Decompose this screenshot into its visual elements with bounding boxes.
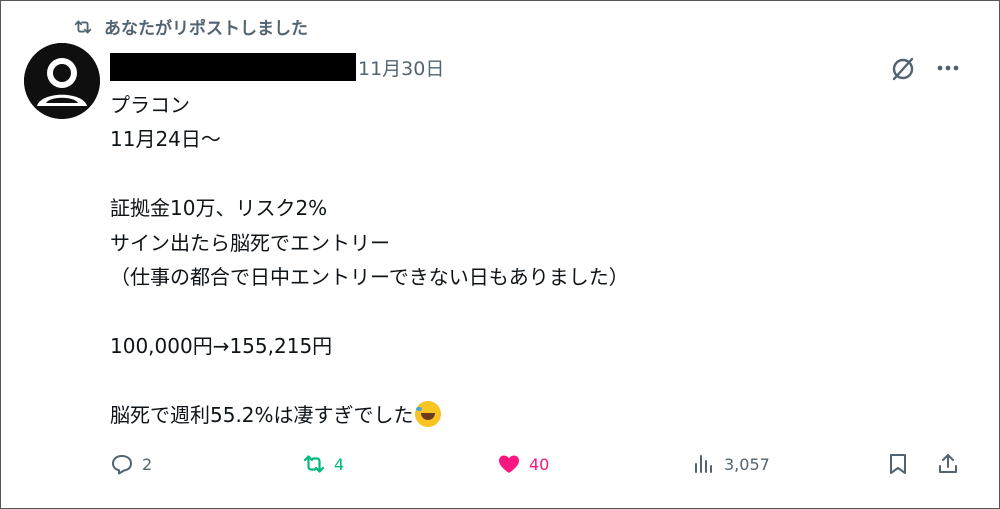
repost-indicator-text: あなたがリポストしました — [104, 19, 308, 39]
repost-icon — [74, 20, 92, 33]
post-line-text: 脳死で週利55.2%は凄すぎでした — [110, 402, 414, 427]
post-header: 11月30日 — [110, 53, 444, 81]
repost-indicator: あなたがリポストしました — [72, 14, 308, 39]
reply-count: 2 — [142, 454, 153, 474]
heart-icon — [499, 455, 519, 473]
post-line: （仕事の都合で日中エントリーできない日もありました） — [110, 264, 629, 289]
post-line-last: 脳死で週利55.2%は凄すぎでした — [110, 398, 970, 432]
share-icon — [939, 454, 957, 473]
post-line — [110, 294, 970, 328]
bookmark-icon — [890, 454, 906, 474]
post-date[interactable]: 11月30日 — [358, 54, 444, 81]
post-line — [110, 363, 970, 397]
default-avatar-icon — [24, 43, 100, 119]
views-button[interactable]: 3,057 — [692, 452, 770, 476]
repost-count: 4 — [334, 454, 345, 474]
like-count: 40 — [529, 454, 550, 474]
post-line: 11月24日～ — [110, 127, 221, 152]
post-body: プラコン 11月24日～ 証拠金10万、リスク2% サイン出たら脳死でエントリー… — [110, 88, 970, 432]
redacted-username — [110, 53, 356, 81]
reply-icon — [112, 455, 132, 475]
repost-icon — [303, 455, 325, 473]
action-bar: 2 4 40 3,057 — [0, 452, 1000, 488]
post-line — [110, 157, 970, 191]
bookmark-button[interactable] — [886, 452, 910, 476]
post-line: 100,000円→155,215円 — [110, 333, 333, 358]
like-button[interactable]: 40 — [497, 452, 549, 476]
rolling-on-floor-laughing-emoji-icon — [414, 400, 441, 427]
analytics-icon — [695, 455, 712, 473]
post-line: 証拠金10万、リスク2% — [110, 196, 328, 221]
view-count: 3,057 — [724, 454, 770, 474]
share-button[interactable] — [936, 452, 960, 476]
more-options-icon[interactable] — [933, 55, 963, 81]
reply-button[interactable]: 2 — [110, 452, 152, 476]
grok-icon[interactable] — [888, 54, 918, 84]
post-line: サイン出たら脳死でエントリー — [110, 230, 390, 255]
post-line: プラコン — [110, 93, 190, 117]
repost-button[interactable]: 4 — [302, 452, 344, 476]
avatar[interactable] — [24, 43, 100, 119]
